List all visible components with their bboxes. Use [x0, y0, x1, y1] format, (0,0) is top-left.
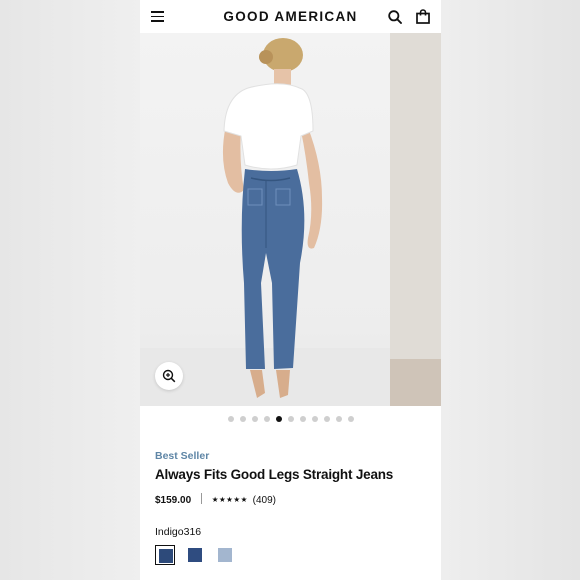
carousel-dot[interactable] [251, 416, 258, 422]
price-row: $159.00 ★★★★★ (409) [155, 493, 276, 507]
product-image[interactable] [140, 33, 390, 406]
carousel-dot[interactable] [335, 416, 342, 422]
swatch-dark-blue[interactable] [185, 545, 205, 565]
phone-screen: GOOD AMERICAN Best Seller Always Fits Go… [140, 0, 441, 580]
zoom-button[interactable] [155, 362, 183, 390]
carousel-dot[interactable] [323, 416, 330, 422]
carousel-dot[interactable] [299, 416, 306, 422]
product-title: Always Fits Good Legs Straight Jeans [155, 467, 394, 482]
carousel-dot[interactable] [287, 416, 294, 422]
star-rating[interactable]: ★★★★★ [212, 495, 248, 504]
next-image-floor [390, 359, 441, 406]
carousel-dot[interactable] [347, 416, 354, 422]
carousel-dot[interactable] [311, 416, 318, 422]
backdrop-right [441, 0, 580, 580]
backdrop-left [0, 0, 140, 580]
carousel-dots [140, 416, 441, 424]
swatch-light-blue[interactable] [215, 545, 235, 565]
swatch-indigo-color [159, 549, 173, 563]
swatch-indigo[interactable] [155, 545, 175, 565]
carousel-dot[interactable] [263, 416, 270, 422]
selected-shade-name: Indigo316 [155, 526, 202, 538]
carousel-dot-active[interactable] [275, 416, 282, 422]
carousel-dot[interactable] [227, 416, 234, 422]
next-product-image-peek[interactable] [390, 33, 441, 406]
site-header: GOOD AMERICAN [140, 0, 441, 33]
product-price: $159.00 [155, 495, 192, 506]
carousel-dot[interactable] [239, 416, 246, 422]
model-photo [222, 38, 323, 398]
swatch-light-blue-color [218, 548, 232, 562]
bag-icon[interactable] [416, 9, 430, 24]
review-count[interactable]: (409) [253, 495, 276, 506]
swatch-dark-blue-color [188, 548, 202, 562]
divider [200, 493, 202, 504]
zoom-in-icon [162, 369, 176, 383]
best-seller-badge: Best Seller [155, 450, 210, 462]
search-icon[interactable] [388, 10, 402, 24]
